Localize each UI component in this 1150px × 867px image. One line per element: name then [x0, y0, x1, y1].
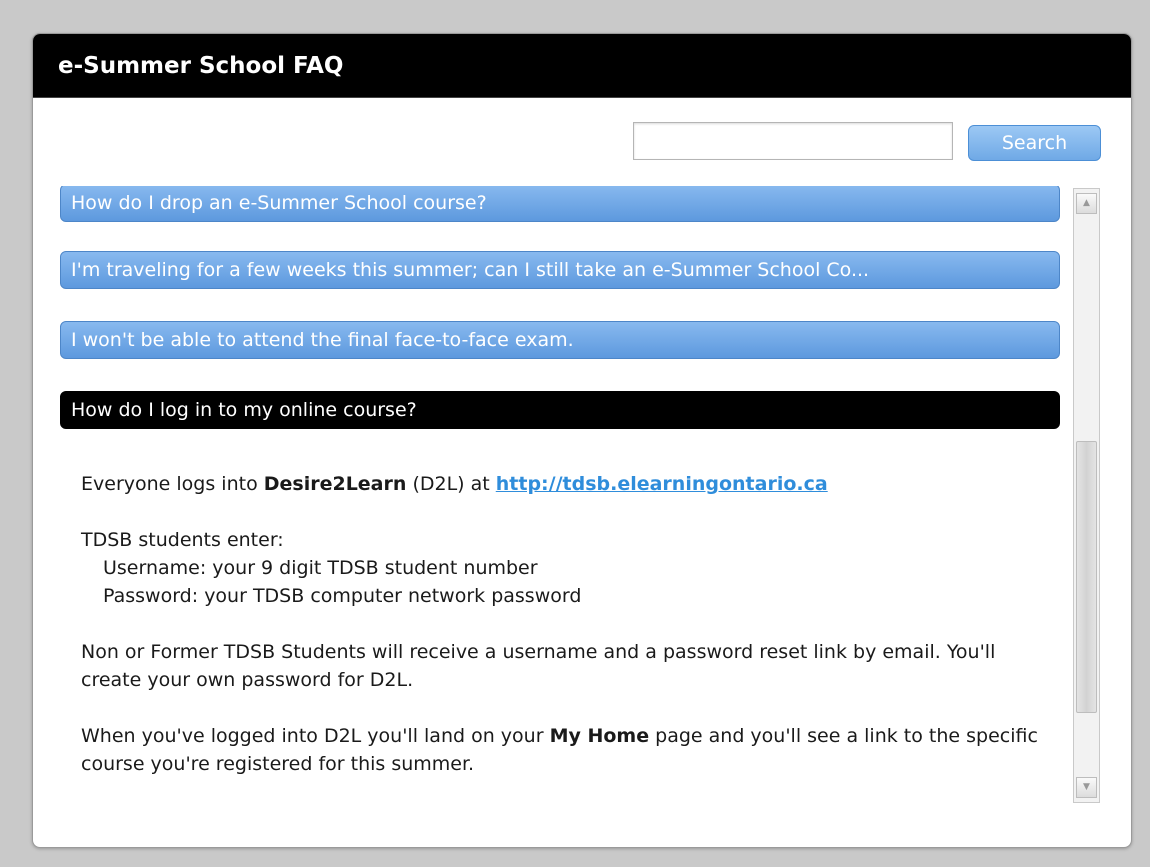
answer-paragraph-4: When you've logged into D2L you'll land … [81, 722, 1056, 778]
answer-text: When you've logged into D2L you'll land … [81, 725, 550, 747]
search-input[interactable] [633, 122, 953, 160]
scroll-up-icon[interactable]: ▲ [1076, 193, 1097, 214]
answer-paragraph-1: Everyone logs into Desire2Learn (D2L) at… [81, 470, 1056, 498]
faq-question-traveling[interactable]: I'm traveling for a few weeks this summe… [60, 251, 1060, 289]
faq-question-drop-course[interactable]: How do I drop an e-Summer School course? [60, 186, 1060, 222]
answer-paragraph-3: Non or Former TDSB Students will receive… [81, 641, 996, 691]
answer-paragraph-2: TDSB students enter: Username: your 9 di… [81, 526, 1056, 610]
vertical-scrollbar[interactable]: ▲ ▼ [1073, 188, 1100, 803]
faq-list: How do I drop an e-Summer School course?… [33, 186, 1068, 826]
answer-text: Everyone logs into [81, 473, 264, 495]
scroll-thumb[interactable] [1076, 441, 1097, 713]
answer-text: (D2L) at [406, 473, 496, 495]
answer-bold-my-home: My Home [549, 725, 650, 747]
scroll-down-icon[interactable]: ▼ [1076, 777, 1097, 798]
faq-question-final-exam[interactable]: I won't be able to attend the final face… [60, 321, 1060, 359]
faq-question-login[interactable]: How do I log in to my online course? [60, 391, 1060, 429]
answer-username-line: Username: your 9 digit TDSB student numb… [103, 557, 538, 579]
window-title: e-Summer School FAQ [33, 34, 1131, 98]
answer-text: TDSB students enter: [81, 529, 284, 551]
faq-window: e-Summer School FAQ Search How do I drop… [32, 33, 1132, 848]
search-button[interactable]: Search [968, 125, 1101, 161]
d2l-link[interactable]: http://tdsb.elearningontario.ca [496, 473, 828, 495]
faq-answer-login: Everyone logs into Desire2Learn (D2L) at… [81, 470, 1056, 806]
answer-bold-desire2learn: Desire2Learn [263, 473, 407, 495]
search-row: Search [33, 122, 1131, 164]
answer-password-line: Password: your TDSB computer network pas… [103, 585, 582, 607]
